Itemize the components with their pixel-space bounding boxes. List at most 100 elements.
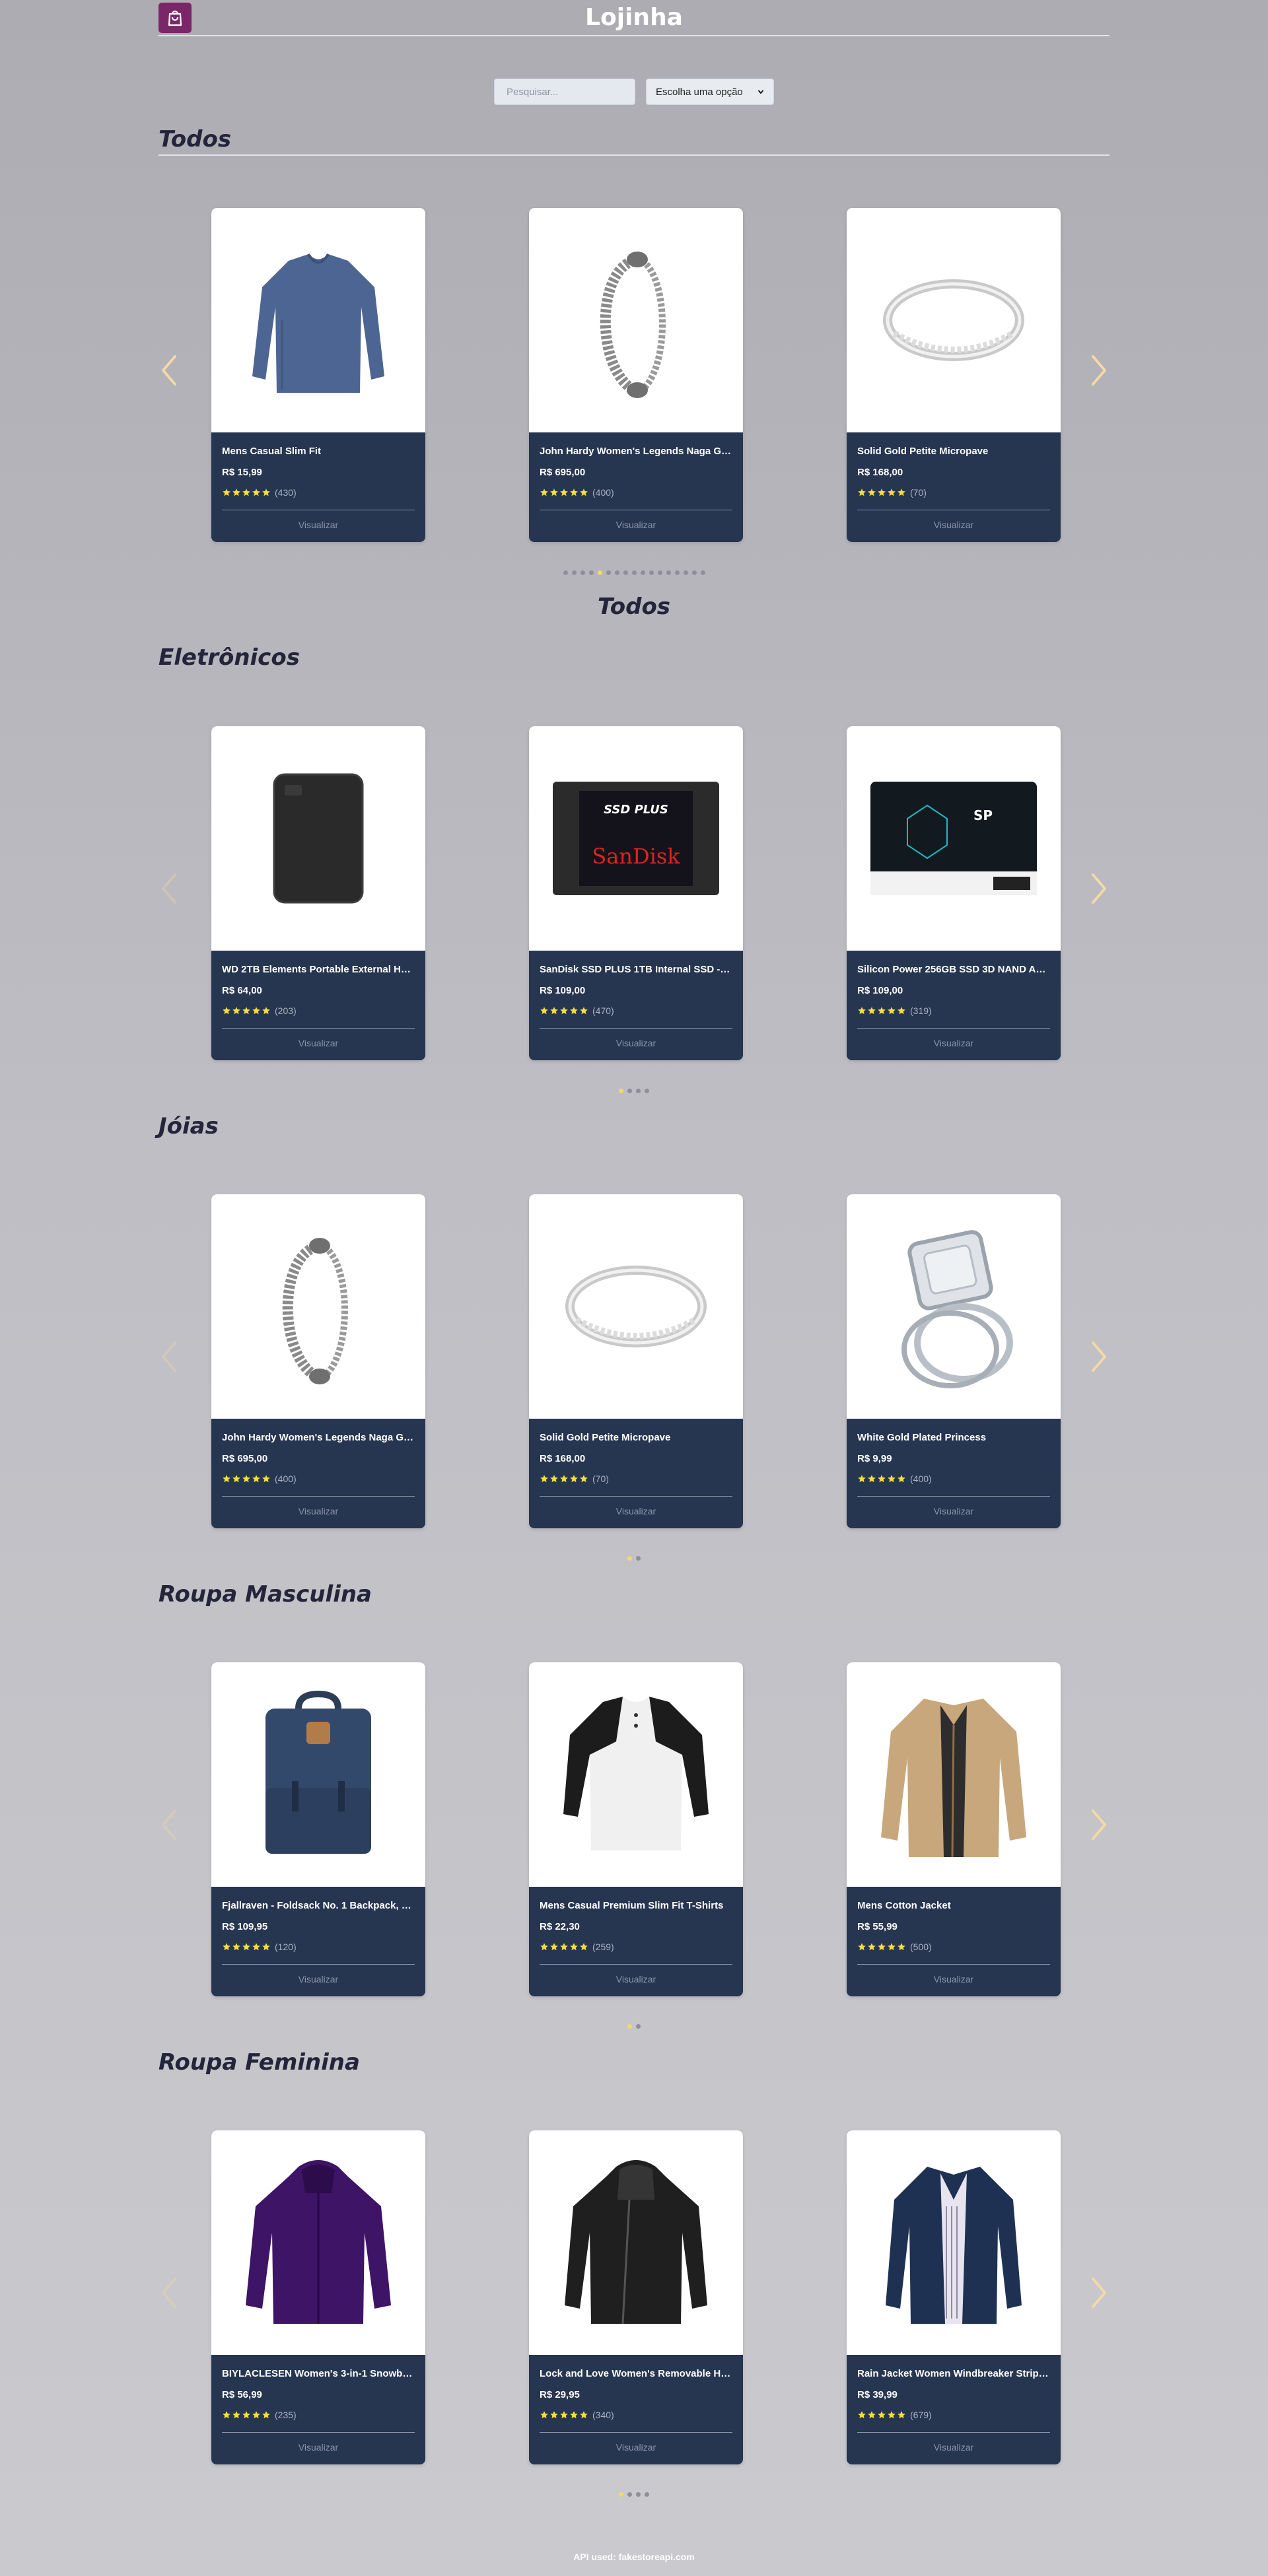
product-card[interactable]: John Hardy Women's Legends Naga Gold & S… xyxy=(529,208,743,542)
view-product-button[interactable]: Visualizar xyxy=(857,1038,1050,1048)
carousel-dot[interactable] xyxy=(627,2024,632,2029)
carousel-dot[interactable] xyxy=(645,1089,649,1093)
carousel-dot[interactable] xyxy=(636,1556,641,1561)
star-icon xyxy=(560,489,568,496)
carousel-dot[interactable] xyxy=(700,570,705,575)
view-product-button[interactable]: Visualizar xyxy=(222,1506,415,1516)
product-image[interactable]: SP xyxy=(847,726,1061,951)
carousel-dot[interactable] xyxy=(580,570,585,575)
product-card[interactable]: John Hardy Women's Legends Naga Gold & S… xyxy=(211,1194,425,1528)
carousel-dot[interactable] xyxy=(627,1089,632,1093)
view-product-button[interactable]: Visualizar xyxy=(222,1038,415,1048)
carousel-dot[interactable] xyxy=(649,570,654,575)
carousel-dot[interactable] xyxy=(636,1089,641,1093)
product-card[interactable]: Mens Casual Slim Fit R$ 15,99 (430) Visuali… xyxy=(211,208,425,542)
view-product-button[interactable]: Visualizar xyxy=(222,520,415,530)
view-product-button[interactable]: Visualizar xyxy=(857,1974,1050,1984)
carousel-dot[interactable] xyxy=(627,2492,632,2497)
carousel-dot[interactable] xyxy=(691,570,697,575)
product-image[interactable] xyxy=(211,726,425,951)
carousel-dot[interactable] xyxy=(636,2024,641,2029)
view-product-button[interactable]: Visualizar xyxy=(540,1506,732,1516)
product-image[interactable] xyxy=(529,208,743,432)
carousel-dot[interactable] xyxy=(636,2492,641,2497)
carousel-dot[interactable] xyxy=(674,570,680,575)
view-product-button[interactable]: Visualizar xyxy=(540,2442,732,2453)
chevron-left-icon xyxy=(162,1341,176,1372)
product-image[interactable] xyxy=(529,1194,743,1419)
view-product-button[interactable]: Visualizar xyxy=(222,1974,415,1984)
carousel-dot[interactable] xyxy=(614,570,619,575)
carousel-dot[interactable] xyxy=(623,570,628,575)
product-image[interactable]: SSD PLUS SanDisk xyxy=(529,726,743,951)
star-icon xyxy=(570,2411,578,2419)
product-info: Mens Casual Slim Fit R$ 15,99 (430) Visuali… xyxy=(211,432,425,530)
carousel-dot[interactable] xyxy=(683,570,688,575)
search-input[interactable] xyxy=(494,79,635,105)
product-card[interactable]: Fjallraven - Foldsack No. 1 Backpack, Fi… xyxy=(211,1662,425,1996)
view-product-button[interactable]: Visualizar xyxy=(540,1038,732,1048)
product-card[interactable]: Lock and Love Women's Removable Hooded F… xyxy=(529,2130,743,2464)
star-icon xyxy=(242,489,250,496)
carousel-next-button[interactable] xyxy=(1086,1805,1112,1845)
view-product-button[interactable]: Visualizar xyxy=(540,1974,732,1984)
product-image[interactable] xyxy=(211,1194,425,1419)
carousel-prev-button[interactable] xyxy=(156,1337,182,1376)
carousel-dot[interactable] xyxy=(606,570,611,575)
carousel-prev-button[interactable] xyxy=(156,869,182,908)
product-image[interactable] xyxy=(847,208,1061,432)
view-product-button[interactable]: Visualizar xyxy=(857,520,1050,530)
product-title: John Hardy Women's Legends Naga Gold & S… xyxy=(540,446,732,457)
product-card[interactable]: Solid Gold Petite Micropave R$ 168,00 (70)… xyxy=(847,208,1061,542)
product-image[interactable] xyxy=(211,208,425,432)
carousel-prev-button[interactable] xyxy=(156,1805,182,1845)
product-image[interactable] xyxy=(211,1662,425,1887)
product-card[interactable]: SSD PLUS SanDisk SanDisk SSD PLUS 1TB Inte… xyxy=(529,726,743,1060)
carousel-dot[interactable] xyxy=(631,570,637,575)
product-card[interactable]: SP Silicon Power 256GB SSD 3D NAND A55 SL… xyxy=(847,726,1061,1060)
carousel-dot[interactable] xyxy=(645,2492,649,2497)
product-rating: (235) xyxy=(222,2410,415,2420)
star-icon xyxy=(232,2411,240,2419)
product-card[interactable]: WD 2TB Elements Portable External Hard D… xyxy=(211,726,425,1060)
product-card[interactable]: Mens Cotton Jacket R$ 55,99 (500) Visualiza… xyxy=(847,1662,1061,1996)
view-product-button[interactable]: Visualizar xyxy=(540,520,732,530)
carousel-prev-button[interactable] xyxy=(156,351,182,390)
product-card[interactable]: Mens Casual Premium Slim Fit T-Shirts R$ … xyxy=(529,1662,743,1996)
carousel-dot[interactable] xyxy=(640,570,645,575)
view-product-button[interactable]: Visualizar xyxy=(857,2442,1050,2453)
product-image[interactable] xyxy=(211,2130,425,2355)
carousel-dot[interactable] xyxy=(571,570,577,575)
card-divider xyxy=(222,2432,415,2433)
product-image[interactable] xyxy=(847,2130,1061,2355)
view-product-button[interactable]: Visualizar xyxy=(857,1506,1050,1516)
view-product-button[interactable]: Visualizar xyxy=(222,2442,415,2453)
product-image[interactable] xyxy=(847,1662,1061,1887)
star-icon xyxy=(888,1943,896,1951)
product-card[interactable]: White Gold Plated Princess R$ 9,99 (400) Vi… xyxy=(847,1194,1061,1528)
product-card[interactable]: BIYLACLESEN Women's 3-in-1 Snowboard Jac… xyxy=(211,2130,425,2464)
product-card[interactable]: Rain Jacket Women Windbreaker Striped Cl… xyxy=(847,2130,1061,2464)
carousel-dot[interactable] xyxy=(619,2492,623,2497)
carousel-dot[interactable] xyxy=(597,570,602,575)
star-icon xyxy=(868,2411,876,2419)
product-image[interactable] xyxy=(847,1194,1061,1419)
product-image[interactable] xyxy=(529,1662,743,1887)
rating-stars xyxy=(540,1942,588,1951)
carousel-dot[interactable] xyxy=(563,570,568,575)
carousel-next-button[interactable] xyxy=(1086,2273,1112,2313)
category-select[interactable]: Escolha uma opção xyxy=(646,79,774,105)
carousel-dot[interactable] xyxy=(588,570,594,575)
carousel-dot[interactable] xyxy=(666,570,671,575)
product-carousel: John Hardy Women's Legends Naga Gold & S… xyxy=(158,1194,1110,1528)
carousel-next-button[interactable] xyxy=(1086,1337,1112,1376)
product-image[interactable] xyxy=(529,2130,743,2355)
carousel-dot[interactable] xyxy=(627,1556,632,1561)
star-icon xyxy=(878,1943,886,1951)
carousel-next-button[interactable] xyxy=(1086,351,1112,390)
product-card[interactable]: Solid Gold Petite Micropave R$ 168,00 (70)… xyxy=(529,1194,743,1528)
carousel-dot[interactable] xyxy=(619,1089,623,1093)
carousel-next-button[interactable] xyxy=(1086,869,1112,908)
carousel-prev-button[interactable] xyxy=(156,2273,182,2313)
carousel-dot[interactable] xyxy=(657,570,662,575)
